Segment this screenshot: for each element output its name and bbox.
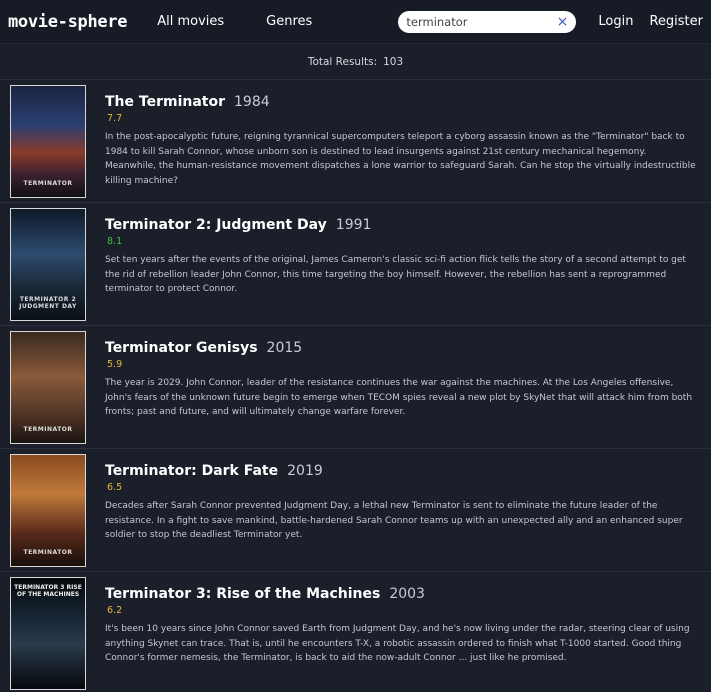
movie-item[interactable]: TERMINATOR The Terminator 1984 7.7 In th… bbox=[0, 80, 711, 203]
movie-poster[interactable]: TERMINATOR bbox=[10, 331, 86, 444]
results-label: Total Results: bbox=[307, 55, 378, 68]
nav-all-movies-link[interactable]: All movies bbox=[157, 14, 224, 29]
movie-year: 2015 bbox=[266, 340, 303, 356]
movie-poster[interactable]: TERMINATOR 2 JUDGMENT DAY bbox=[10, 208, 86, 321]
nav-genres-link[interactable]: Genres bbox=[266, 14, 312, 29]
results-summary: Total Results: 103 bbox=[0, 44, 711, 80]
movie-year: 1991 bbox=[335, 217, 372, 233]
movie-year: 1984 bbox=[234, 94, 270, 110]
movie-rating: 6.5 bbox=[107, 482, 123, 493]
movie-poster[interactable]: TERMINATOR bbox=[10, 454, 86, 567]
movie-title[interactable]: Terminator 3: Rise of the Machines bbox=[105, 586, 380, 602]
poster-title: TERMINATOR 2 JUDGMENT DAY bbox=[19, 296, 77, 310]
movie-rating: 8.1 bbox=[107, 236, 123, 247]
movie-poster[interactable]: TERMINATOR 3 RISE OF THE MACHINES bbox=[10, 577, 86, 690]
movie-year: 2019 bbox=[287, 463, 323, 479]
movie-info: Terminator 3: Rise of the Machines 2003 … bbox=[105, 577, 701, 690]
login-link[interactable]: Login bbox=[598, 14, 633, 29]
movie-overview: It's been 10 years since John Connor sav… bbox=[105, 624, 690, 663]
results-count: 103 bbox=[383, 55, 404, 68]
movie-item[interactable]: TERMINATOR Terminator Genisys 2015 5.9 T… bbox=[0, 326, 711, 449]
movie-list: TERMINATOR The Terminator 1984 7.7 In th… bbox=[0, 80, 711, 692]
search-input[interactable] bbox=[406, 14, 557, 29]
movie-info: The Terminator 1984 7.7 In the post-apoc… bbox=[105, 85, 701, 198]
movie-title[interactable]: The Terminator bbox=[105, 94, 225, 110]
movie-rating: 5.9 bbox=[107, 359, 123, 370]
search-box: × bbox=[398, 10, 577, 33]
clear-search-icon[interactable]: × bbox=[557, 15, 569, 29]
movie-item[interactable]: TERMINATOR 2 JUDGMENT DAY Terminator 2: … bbox=[0, 203, 711, 326]
movie-overview: Decades after Sarah Connor prevented Jud… bbox=[105, 501, 683, 540]
movie-info: Terminator Genisys 2015 5.9 The year is … bbox=[105, 331, 701, 444]
register-link[interactable]: Register bbox=[649, 14, 703, 29]
poster-title: TERMINATOR bbox=[23, 549, 73, 556]
movie-poster[interactable]: TERMINATOR bbox=[10, 85, 86, 198]
poster-title: TERMINATOR bbox=[23, 426, 73, 433]
site-logo[interactable]: movie-sphere bbox=[8, 12, 128, 32]
movie-title[interactable]: Terminator: Dark Fate bbox=[105, 463, 278, 479]
movie-year: 2003 bbox=[389, 586, 425, 602]
movie-item[interactable]: TERMINATOR 3 RISE OF THE MACHINES Termin… bbox=[0, 572, 711, 692]
movie-rating: 7.7 bbox=[107, 113, 123, 124]
movie-item[interactable]: TERMINATOR Terminator: Dark Fate 2019 6.… bbox=[0, 449, 711, 572]
movie-title[interactable]: Terminator 2: Judgment Day bbox=[105, 217, 327, 233]
movie-info: Terminator: Dark Fate 2019 6.5 Decades a… bbox=[105, 454, 701, 567]
poster-title: TERMINATOR 3 RISE OF THE MACHINES bbox=[14, 584, 82, 598]
movie-overview: Set ten years after the events of the or… bbox=[105, 255, 686, 294]
navbar: movie-sphere All movies Genres × Login R… bbox=[0, 0, 711, 44]
poster-title: TERMINATOR bbox=[23, 180, 73, 187]
movie-info: Terminator 2: Judgment Day 1991 8.1 Set … bbox=[105, 208, 701, 321]
movie-overview: The year is 2029. John Connor, leader of… bbox=[105, 378, 693, 417]
movie-title[interactable]: Terminator Genisys bbox=[105, 340, 258, 356]
movie-overview: In the post-apocalyptic future, reigning… bbox=[105, 132, 696, 186]
movie-rating: 6.2 bbox=[107, 605, 123, 616]
